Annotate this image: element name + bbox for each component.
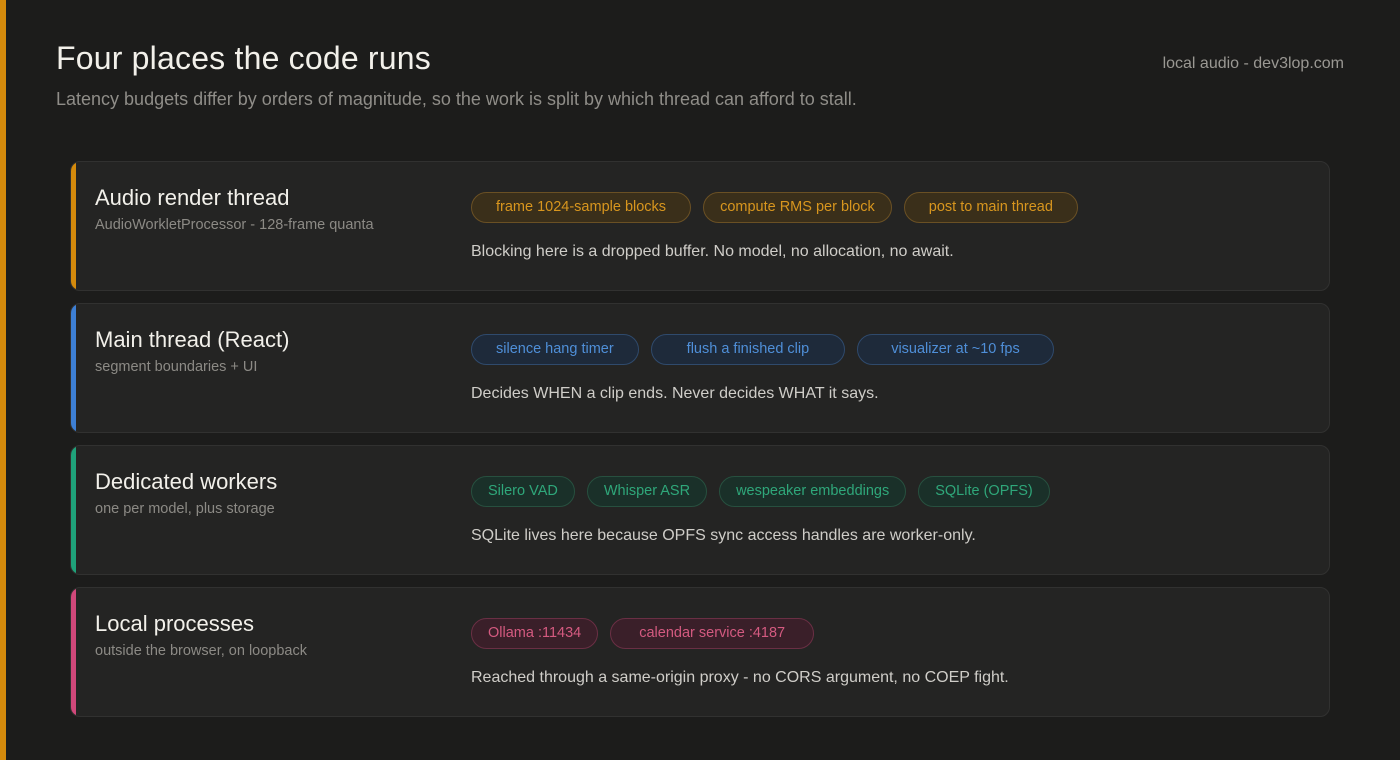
row-title: Audio render thread xyxy=(95,185,290,210)
chip: SQLite (OPFS) xyxy=(918,476,1050,507)
brand-label: local audio - dev3lop.com xyxy=(1162,55,1344,72)
page: Four places the code runs Latency budget… xyxy=(0,0,1400,760)
row-subtitle: AudioWorkletProcessor - 128-frame quanta xyxy=(95,217,374,233)
row-dedicated-workers: Dedicated workers one per model, plus st… xyxy=(70,445,1330,575)
row-color-bar xyxy=(71,304,76,432)
chip: visualizer at ~10 fps xyxy=(857,334,1054,365)
row-title: Main thread (React) xyxy=(95,327,290,352)
chip-group: Ollama :11434 calendar service :4187 xyxy=(471,618,815,649)
row-subtitle: segment boundaries + UI xyxy=(95,359,258,375)
chip: Silero VAD xyxy=(471,476,575,507)
chip-group: frame 1024-sample blocks compute RMS per… xyxy=(471,192,1078,223)
chip: calendar service :4187 xyxy=(610,618,815,649)
chip-group: Silero VAD Whisper ASR wespeaker embeddi… xyxy=(471,476,1050,507)
chip: wespeaker embeddings xyxy=(719,476,907,507)
chip: Ollama :11434 xyxy=(471,618,599,649)
row-note: Blocking here is a dropped buffer. No mo… xyxy=(471,243,954,260)
row-color-bar xyxy=(71,446,76,574)
row-note: SQLite lives here because OPFS sync acce… xyxy=(471,527,976,544)
row-local-processes: Local processes outside the browser, on … xyxy=(70,587,1330,717)
row-title: Dedicated workers xyxy=(95,469,278,494)
chip: flush a finished clip xyxy=(650,334,846,365)
row-note: Decides WHEN a clip ends. Never decides … xyxy=(471,385,879,402)
chip: Whisper ASR xyxy=(586,476,708,507)
page-title: Four places the code runs xyxy=(56,40,431,76)
page-subtitle: Latency budgets differ by orders of magn… xyxy=(56,89,857,109)
row-subtitle: one per model, plus storage xyxy=(95,501,275,517)
left-accent-stripe xyxy=(0,0,6,760)
chip: silence hang timer xyxy=(471,334,639,365)
row-color-bar xyxy=(71,588,76,716)
chip: frame 1024-sample blocks xyxy=(471,192,692,223)
row-subtitle: outside the browser, on loopback xyxy=(95,643,307,659)
row-note: Reached through a same-origin proxy - no… xyxy=(471,669,1009,686)
chip: compute RMS per block xyxy=(703,192,892,223)
chip: post to main thread xyxy=(903,192,1078,223)
row-title: Local processes xyxy=(95,611,254,636)
row-color-bar xyxy=(71,162,76,290)
chip-group: silence hang timer flush a finished clip… xyxy=(471,334,1054,365)
row-main-thread: Main thread (React) segment boundaries +… xyxy=(70,303,1330,433)
thread-list: Audio render thread AudioWorkletProcesso… xyxy=(70,161,1330,729)
row-audio-render-thread: Audio render thread AudioWorkletProcesso… xyxy=(70,161,1330,291)
